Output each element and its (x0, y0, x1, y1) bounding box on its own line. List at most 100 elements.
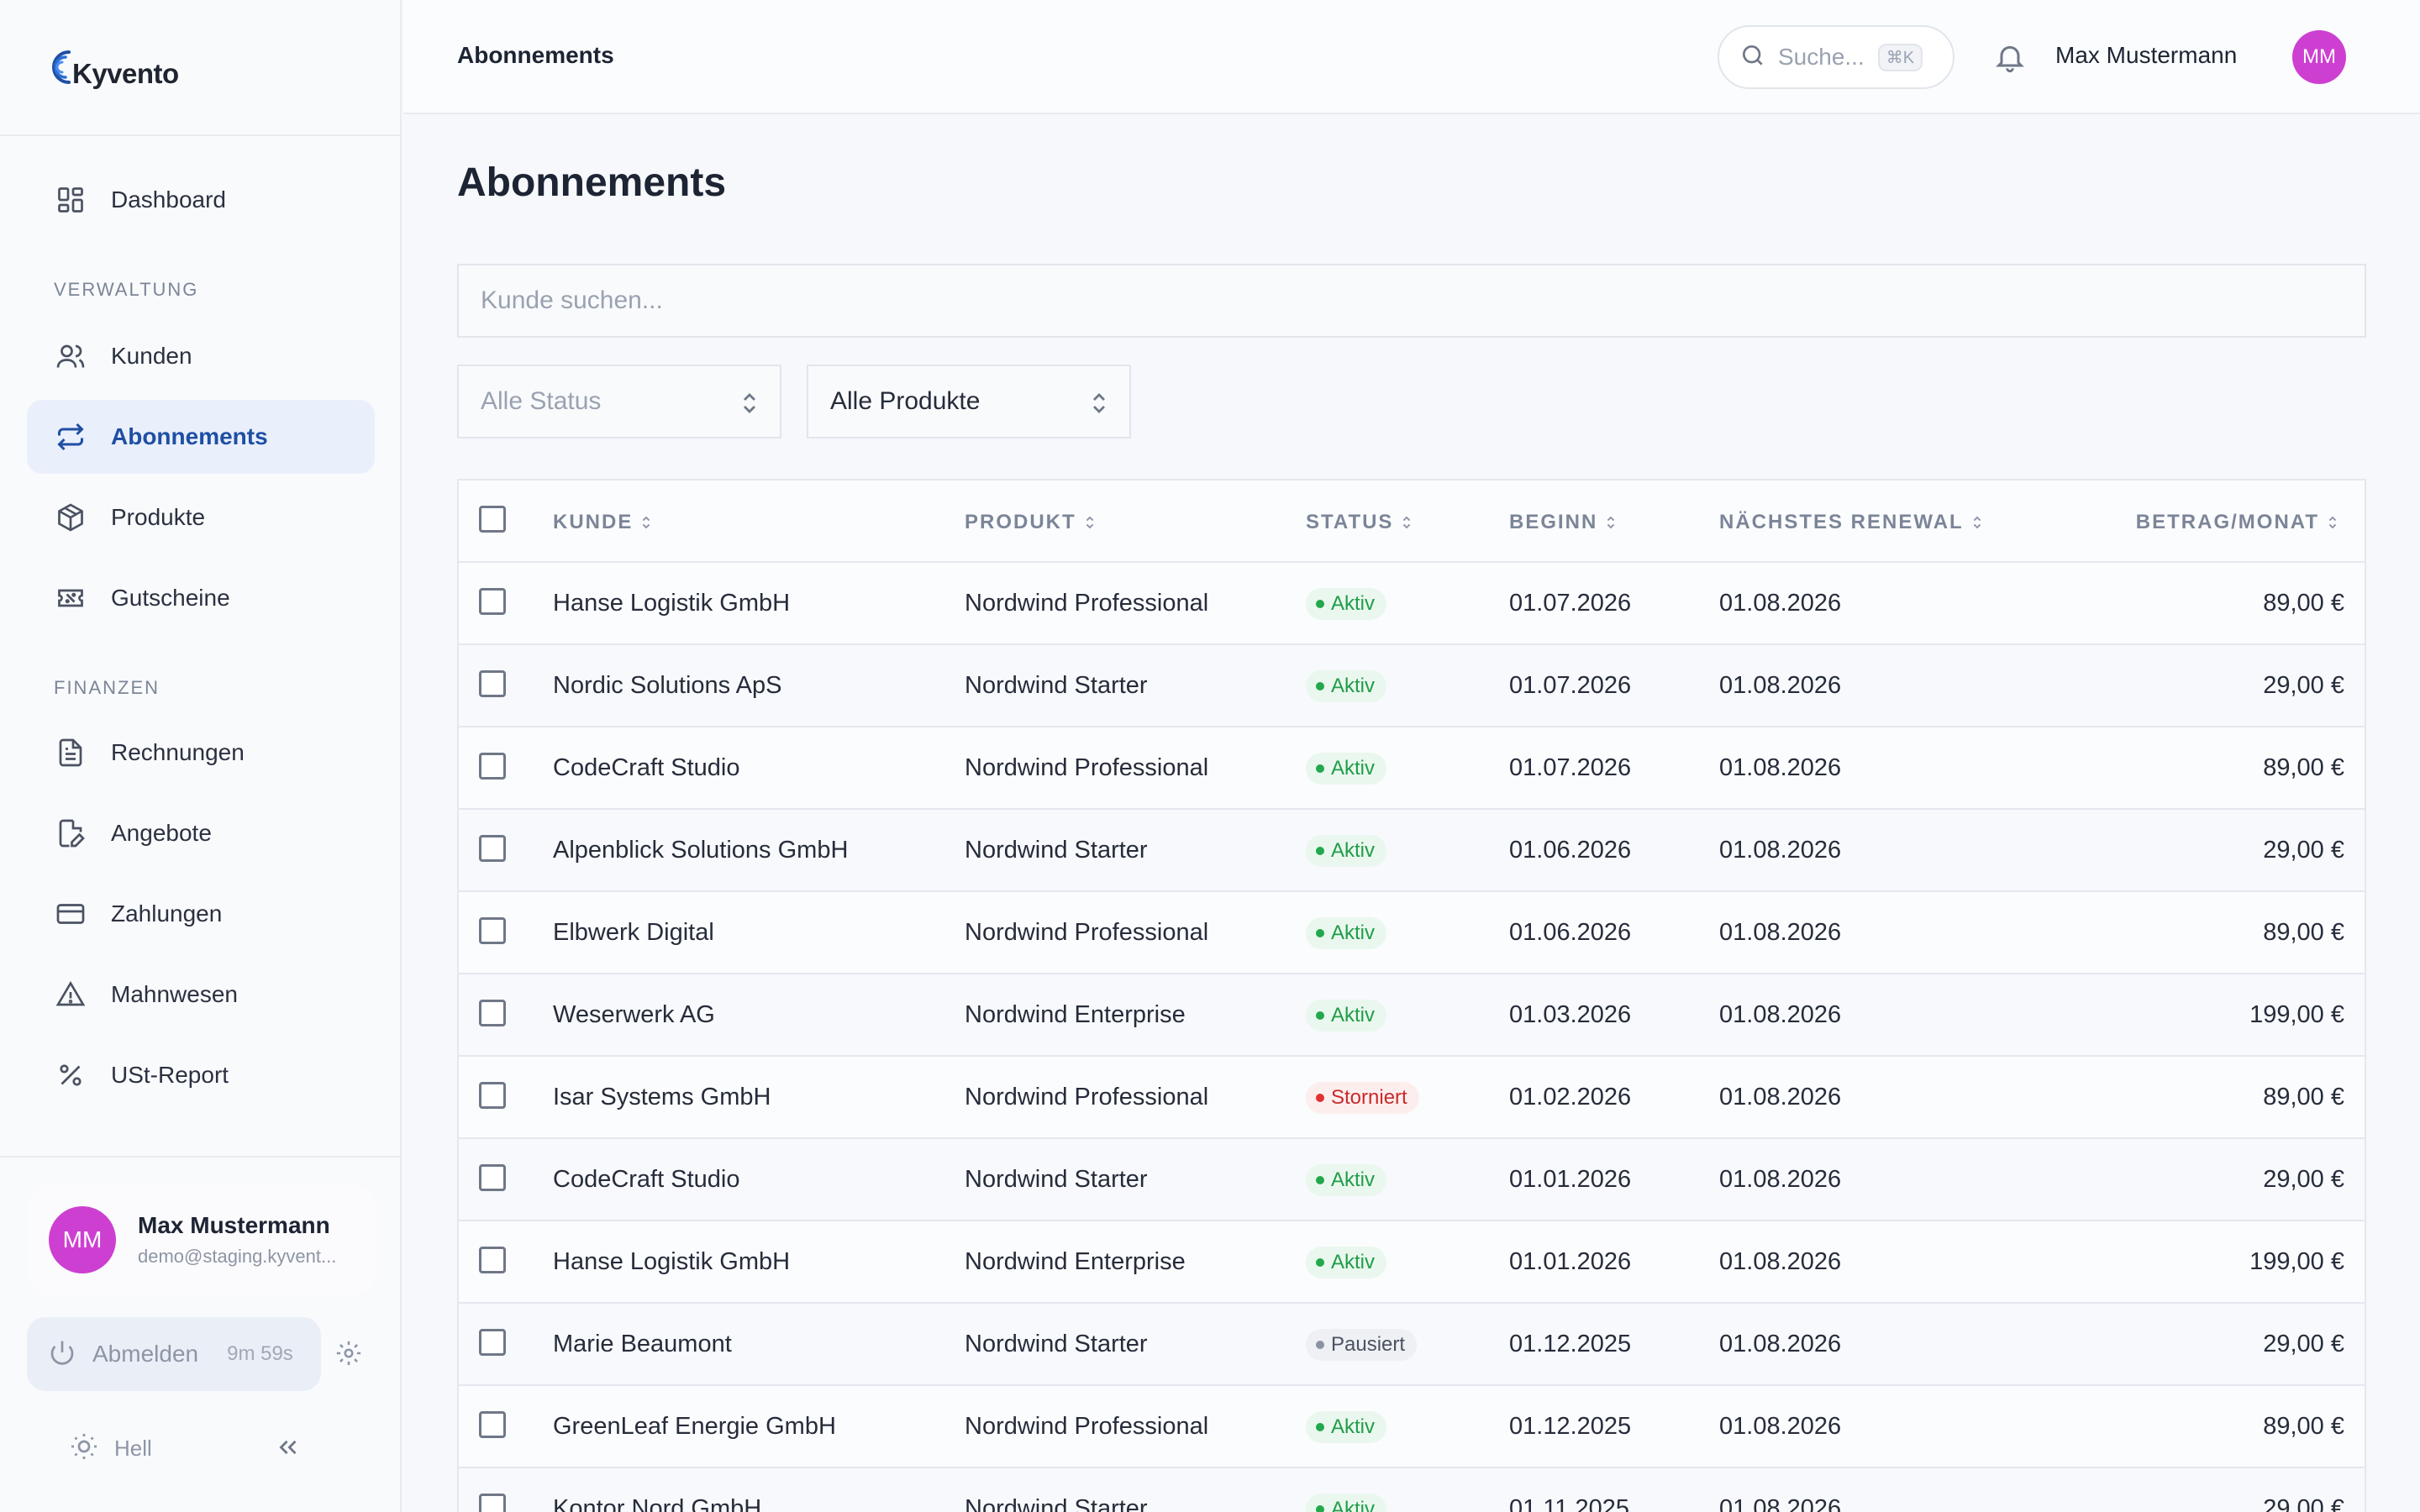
row-checkbox[interactable] (479, 1247, 506, 1273)
sidebar-item-payments[interactable]: Zahlungen (27, 877, 375, 951)
page-title: Abonnements (457, 160, 727, 205)
user-profile-card[interactable]: MM Max Mustermann demo@staging.kyvent... (27, 1186, 375, 1294)
cell-amount: 89,00 € (2263, 590, 2344, 617)
search-shortcut: ⌘K (1877, 43, 1923, 71)
table-row[interactable]: Weserwerk AG Nordwind Enterprise Aktiv 01.0… (459, 974, 2365, 1057)
row-checkbox[interactable] (479, 588, 506, 615)
sort-icon (2328, 516, 2337, 529)
cell-product: Nordwind Professional (965, 919, 1209, 946)
sidebar-item-invoices[interactable]: Rechnungen (27, 716, 375, 790)
cell-customer[interactable]: CodeCraft Studio (553, 1166, 739, 1194)
file-icon (54, 736, 87, 769)
brand-logo[interactable]: Kyvento (44, 44, 179, 91)
customer-search-input[interactable] (457, 264, 2366, 338)
column-header-next-renewal[interactable]: NÄCHSTES RENEWAL (1719, 511, 1982, 534)
cell-product: Nordwind Professional (965, 754, 1209, 781)
table-row[interactable]: Marie Beaumont Nordwind Starter Pausiert 01… (459, 1304, 2365, 1386)
header-user-name[interactable]: Max Mustermann (2055, 42, 2237, 69)
cell-customer[interactable]: Hanse Logistik GmbH (553, 590, 790, 617)
sidebar-item-vouchers[interactable]: Gutscheine (27, 561, 375, 635)
cell-product: Nordwind Starter (965, 672, 1148, 699)
row-checkbox[interactable] (479, 1494, 506, 1512)
sidebar-item-label: Kunden (111, 343, 192, 369)
sidebar-item-label: Zahlungen (111, 900, 223, 927)
sidebar-item-customers[interactable]: Kunden (27, 319, 375, 393)
sidebar-item-products[interactable]: Produkte (27, 480, 375, 554)
row-checkbox[interactable] (479, 753, 506, 780)
cell-amount: 29,00 € (2263, 672, 2344, 699)
row-checkbox[interactable] (479, 1164, 506, 1191)
cell-customer[interactable]: Elbwerk Digital (553, 919, 714, 947)
cell-next-renewal: 01.08.2026 (1719, 1001, 1842, 1028)
row-checkbox[interactable] (479, 670, 506, 697)
cell-customer[interactable]: Isar Systems GmbH (553, 1084, 771, 1111)
select-all-checkbox[interactable] (479, 506, 506, 533)
table-row[interactable]: CodeCraft Studio Nordwind Professional Akt… (459, 727, 2365, 810)
status-filter-select[interactable]: Alle Status (457, 365, 781, 438)
status-badge: Aktiv (1306, 835, 1387, 867)
collapse-sidebar-icon[interactable] (274, 1433, 304, 1463)
cell-customer[interactable]: Kontor Nord GmbH (553, 1495, 761, 1512)
cell-customer[interactable]: Weserwerk AG (553, 1001, 715, 1029)
cell-product: Nordwind Starter (965, 837, 1148, 864)
cell-start-date: 01.07.2026 (1509, 672, 1632, 699)
table-row[interactable]: CodeCraft Studio Nordwind Starter Aktiv 01.… (459, 1139, 2365, 1221)
table-row[interactable]: Hanse Logistik GmbH Nordwind Professional… (459, 563, 2365, 645)
cell-next-renewal: 01.08.2026 (1719, 837, 1842, 864)
cell-product: Nordwind Enterprise (965, 1248, 1186, 1275)
status-badge: Aktiv (1306, 1247, 1387, 1278)
logout-button[interactable]: Abmelden 9m 59s (27, 1317, 321, 1391)
table-row[interactable]: Elbwerk Digital Nordwind Professional Akti… (459, 892, 2365, 974)
column-header-status[interactable]: STATUS (1306, 511, 1412, 534)
table-row[interactable]: Isar Systems GmbH Nordwind Professional St… (459, 1057, 2365, 1139)
column-header-customer[interactable]: KUNDE (553, 511, 651, 534)
bell-icon[interactable] (1993, 39, 2027, 76)
table-row[interactable]: GreenLeaf Energie GmbH Nordwind Professio… (459, 1386, 2365, 1468)
sidebar-item-quotes[interactable]: Angebote (27, 796, 375, 870)
cell-next-renewal: 01.08.2026 (1719, 1495, 1842, 1512)
product-filter-select[interactable]: Alle Produkte (807, 365, 1131, 438)
status-dot (1316, 600, 1324, 608)
table-row[interactable]: Nordic Solutions ApS Nordwind Starter Akti… (459, 645, 2365, 727)
row-checkbox[interactable] (479, 1329, 506, 1356)
row-checkbox[interactable] (479, 1411, 506, 1438)
sidebar-item-label: USt-Report (111, 1062, 229, 1088)
avatar: MM (49, 1206, 116, 1273)
status-dot (1316, 847, 1324, 855)
cell-customer[interactable]: Nordic Solutions ApS (553, 672, 781, 700)
cell-customer[interactable]: CodeCraft Studio (553, 754, 739, 782)
table-row[interactable]: Hanse Logistik GmbH Nordwind Enterprise Ak… (459, 1221, 2365, 1304)
sidebar-item-vat-report[interactable]: USt-Report (27, 1038, 375, 1112)
sidebar-item-subscriptions[interactable]: Abonnements (27, 400, 375, 474)
cell-start-date: 01.12.2025 (1509, 1413, 1632, 1440)
sidebar-item-label: Angebote (111, 820, 212, 846)
table-row[interactable]: Alpenblick Solutions GmbH Nordwind Starte… (459, 810, 2365, 892)
column-header-amount[interactable]: BETRAG/MONAT (2136, 511, 2338, 534)
sidebar-item-dunning[interactable]: Mahnwesen (27, 958, 375, 1032)
row-checkbox[interactable] (479, 917, 506, 944)
cell-amount: 199,00 € (2249, 1248, 2344, 1275)
global-search[interactable]: Suche... ⌘K (1718, 25, 1954, 89)
gear-icon[interactable] (334, 1339, 365, 1369)
column-header-product[interactable]: PRODUKT (965, 511, 1095, 534)
cell-amount: 29,00 € (2263, 1331, 2344, 1357)
status-dot (1316, 929, 1324, 937)
row-checkbox[interactable] (479, 1082, 506, 1109)
cell-customer[interactable]: Hanse Logistik GmbH (553, 1248, 790, 1276)
cell-customer[interactable]: GreenLeaf Energie GmbH (553, 1413, 836, 1441)
sidebar-item-dashboard[interactable]: Dashboard (27, 163, 375, 237)
cell-next-renewal: 01.08.2026 (1719, 919, 1842, 946)
row-checkbox[interactable] (479, 835, 506, 862)
sidebar-item-label: Rechnungen (111, 739, 245, 765)
cell-next-renewal: 01.08.2026 (1719, 672, 1842, 699)
table-row[interactable]: Kontor Nord GmbH Nordwind Starter Aktiv 01.… (459, 1468, 2365, 1512)
cell-customer[interactable]: Alpenblick Solutions GmbH (553, 837, 848, 864)
column-header-start[interactable]: BEGINN (1509, 511, 1616, 534)
profile-name: Max Mustermann (138, 1212, 330, 1238)
cell-customer[interactable]: Marie Beaumont (553, 1331, 732, 1358)
warning-icon (54, 978, 87, 1011)
cell-product: Nordwind Professional (965, 590, 1209, 617)
theme-toggle[interactable]: Hell (69, 1431, 152, 1466)
avatar[interactable]: MM (2292, 30, 2346, 84)
row-checkbox[interactable] (479, 1000, 506, 1026)
